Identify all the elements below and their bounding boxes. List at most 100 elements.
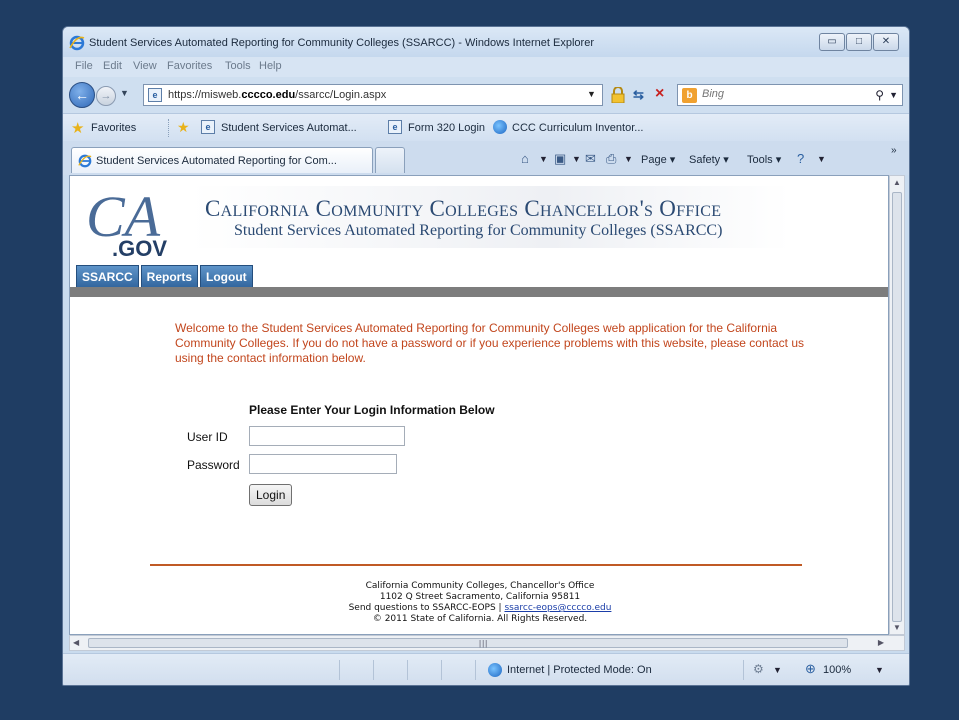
feeds-dropdown-icon[interactable]: ▼ xyxy=(572,154,581,164)
ie-logo-icon xyxy=(78,154,92,168)
home-icon[interactable]: ⌂ xyxy=(521,151,529,166)
favorite-link-curriculum[interactable]: CCC Curriculum Inventor... xyxy=(512,122,643,134)
menu-favorites[interactable]: Favorites xyxy=(167,60,212,72)
stop-icon[interactable]: × xyxy=(655,85,664,103)
search-dropdown-icon[interactable]: ▼ xyxy=(889,90,898,100)
welcome-message: Welcome to the Student Services Automate… xyxy=(175,321,804,365)
mail-icon[interactable]: ✉ xyxy=(585,151,596,167)
close-window-button[interactable]: ✕ xyxy=(873,33,899,51)
login-button[interactable]: Login xyxy=(249,484,293,506)
scroll-right-icon[interactable]: ▶ xyxy=(878,638,884,647)
menu-help[interactable]: Help xyxy=(259,60,282,72)
site-tab-ssarcc[interactable]: SSARCC xyxy=(76,265,139,287)
search-box[interactable]: b ⚲ ▼ xyxy=(677,84,903,106)
print-icon[interactable]: ⎙ xyxy=(606,151,616,167)
internet-zone-icon xyxy=(488,663,502,677)
minimize-button[interactable]: ▭ xyxy=(819,33,845,51)
userid-label: User ID xyxy=(187,430,228,444)
userid-input[interactable] xyxy=(249,426,405,446)
popup-dropdown-icon[interactable]: ▼ xyxy=(773,665,782,675)
status-separator xyxy=(407,660,408,680)
footer-email-link[interactable]: ssarcc-eops@cccco.edu xyxy=(504,603,611,613)
footer-org: California Community Colleges, Chancello… xyxy=(365,581,595,591)
scroll-down-icon[interactable]: ▼ xyxy=(893,623,901,632)
status-separator xyxy=(475,660,476,680)
browser-window: Student Services Automated Reporting for… xyxy=(62,26,910,686)
menu-edit[interactable]: Edit xyxy=(103,60,122,72)
ca-gov-logo[interactable]: CA .GOV xyxy=(84,184,184,264)
url-prefix: https://misweb. xyxy=(168,89,242,101)
horizontal-scroll-thumb[interactable]: ||| xyxy=(88,638,848,648)
history-dropdown-icon[interactable]: ▼ xyxy=(120,88,129,98)
favorite-link-form320[interactable]: Form 320 Login xyxy=(408,122,485,134)
grip-icon: ||| xyxy=(479,639,489,648)
address-field[interactable]: e https://misweb.cccco.edu/ssarcc/Login.… xyxy=(143,84,603,106)
password-label: Password xyxy=(187,458,240,472)
horizontal-scrollbar[interactable]: ◀ ||| ▶ xyxy=(69,635,905,651)
page-menu-button[interactable]: Page ▾ xyxy=(641,153,675,166)
nav-divider xyxy=(70,287,888,297)
favorites-button[interactable]: Favorites xyxy=(91,122,136,134)
login-heading: Please Enter Your Login Information Belo… xyxy=(249,403,495,417)
favorite-link-ssarcc[interactable]: Student Services Automat... xyxy=(221,122,357,134)
safety-menu-button[interactable]: Safety ▾ xyxy=(689,153,729,166)
vertical-scrollbar[interactable]: ▲ ▼ xyxy=(889,175,905,635)
compatibility-icon[interactable]: ⇆ xyxy=(633,87,644,103)
bing-logo-icon: b xyxy=(682,88,697,103)
page-icon: e xyxy=(201,120,215,134)
help-icon[interactable]: ? xyxy=(797,151,804,166)
chevron-right-icon[interactable]: » xyxy=(891,145,897,156)
url-host: cccco.edu xyxy=(241,89,296,101)
new-tab-button[interactable] xyxy=(375,147,405,173)
scroll-left-icon[interactable]: ◀ xyxy=(73,638,79,647)
footer-contact: Send questions to SSARCC-EOPS | ssarcc-e… xyxy=(70,603,888,614)
zoom-level[interactable]: 100% xyxy=(823,664,851,676)
print-dropdown-icon[interactable]: ▼ xyxy=(624,154,633,164)
password-input[interactable] xyxy=(249,454,397,474)
minimize-icon: ▭ xyxy=(827,36,837,47)
home-dropdown-icon[interactable]: ▼ xyxy=(539,154,548,164)
menu-bar: File Edit View Favorites Tools Help xyxy=(63,57,909,77)
menu-file[interactable]: File xyxy=(75,60,93,72)
title-bar: Student Services Automated Reporting for… xyxy=(63,27,909,57)
back-button[interactable]: ← xyxy=(69,82,95,108)
site-tab-reports[interactable]: Reports xyxy=(140,265,199,287)
zoom-icon[interactable]: ⊕ xyxy=(805,661,816,677)
tab-ssarcc[interactable]: Student Services Automated Reporting for… xyxy=(71,147,373,173)
favorites-separator xyxy=(168,119,169,137)
page-icon: e xyxy=(388,120,402,134)
footer: California Community Colleges, Chancello… xyxy=(70,581,888,625)
zoom-dropdown-icon[interactable]: ▼ xyxy=(875,665,884,675)
scroll-up-icon[interactable]: ▲ xyxy=(893,178,901,187)
add-favorite-icon[interactable]: ★ xyxy=(177,119,190,136)
feeds-icon[interactable]: ▣ xyxy=(554,151,566,167)
maximize-button[interactable]: □ xyxy=(846,33,872,51)
forward-button[interactable]: → xyxy=(96,86,116,106)
lock-icon[interactable] xyxy=(611,87,625,103)
window-title: Student Services Automated Reporting for… xyxy=(89,37,594,49)
status-separator xyxy=(441,660,442,680)
security-zone-status[interactable]: Internet | Protected Mode: On xyxy=(507,664,652,676)
footer-contact-text: Send questions to SSARCC-EOPS | xyxy=(348,603,505,613)
footer-divider xyxy=(150,564,802,566)
site-header: CA .GOV California Community Colleges Ch… xyxy=(70,176,888,271)
web-content: CA .GOV California Community Colleges Ch… xyxy=(69,175,889,635)
tools-menu-button[interactable]: Tools ▾ xyxy=(747,153,781,166)
site-nav: SSARCC Reports Logout xyxy=(76,265,255,287)
vertical-scroll-thumb[interactable] xyxy=(892,192,902,622)
back-arrow-icon: ← xyxy=(75,87,89,103)
globe-icon xyxy=(493,120,507,134)
address-url[interactable]: https://misweb.cccco.edu/ssarcc/Login.as… xyxy=(168,89,386,101)
search-input[interactable] xyxy=(702,88,862,100)
menu-view[interactable]: View xyxy=(133,60,157,72)
header-title: California Community Colleges Chancellor… xyxy=(205,196,722,221)
popup-blocker-icon[interactable]: ⚙ xyxy=(753,662,764,676)
address-dropdown-icon[interactable]: ▼ xyxy=(587,89,596,99)
site-tab-logout[interactable]: Logout xyxy=(200,265,253,287)
search-icon[interactable]: ⚲ xyxy=(875,88,884,102)
help-dropdown-icon[interactable]: ▼ xyxy=(817,154,826,164)
page-icon: e xyxy=(148,88,162,102)
footer-copyright: © 2011 State of California. All Rights R… xyxy=(372,614,588,624)
menu-tools[interactable]: Tools xyxy=(225,60,251,72)
favorites-star-icon[interactable]: ★ xyxy=(71,119,84,137)
